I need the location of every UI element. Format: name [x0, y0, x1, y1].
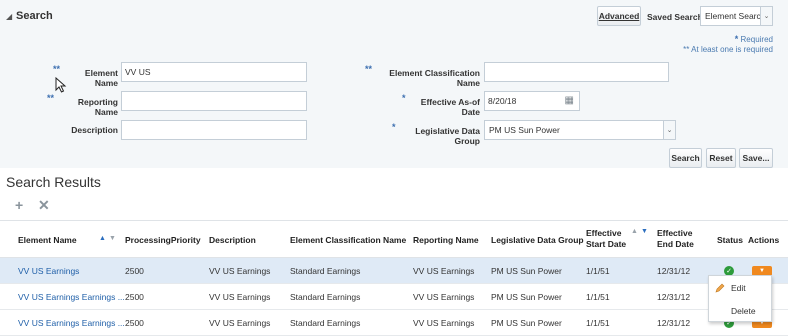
effective-date-value: 8/20/18 [488, 96, 517, 106]
col-actions: Actions [748, 235, 780, 245]
results-table-header: Element Name ▲ ▼ ProcessingPriority Desc… [0, 220, 788, 258]
element-name-input[interactable]: VV US [121, 62, 307, 82]
col-end-date-line1[interactable]: Effective [657, 228, 692, 239]
at-least-one-star-icon: ** [365, 64, 373, 74]
reporting-name-cell: VV US Earnings [413, 266, 475, 276]
priority-cell: 2500 [125, 318, 144, 328]
saved-search-value: Element Search [705, 11, 766, 21]
col-ldg[interactable]: Legislative Data Group [491, 235, 584, 246]
table-row[interactable]: VV US Earnings Earnings ... 2500 VV US E… [0, 310, 788, 336]
description-cell: VV US Earnings [209, 318, 271, 328]
priority-cell: 2500 [125, 292, 144, 302]
sort-descending-icon[interactable]: ▼ [641, 228, 648, 235]
table-row[interactable]: VV US Earnings Earnings ... 2500 VV US E… [0, 284, 788, 310]
add-icon[interactable]: + [15, 197, 23, 213]
saved-search-label: Saved Search [647, 12, 703, 22]
col-status[interactable]: Status [717, 235, 743, 246]
ldg-label: Legislative Data Group [415, 126, 480, 146]
classification-cell: Standard Earnings [290, 292, 361, 302]
start-date-cell: 1/1/51 [586, 318, 610, 328]
reset-button[interactable]: Reset [706, 148, 736, 168]
mouse-cursor-icon [55, 77, 67, 93]
element-name-link[interactable]: VV US Earnings Earnings ... [18, 292, 125, 302]
save-button[interactable]: Save... [739, 148, 773, 168]
edit-label: Edit [731, 283, 746, 293]
col-element-name[interactable]: Element Name [18, 235, 77, 246]
chevron-down-icon[interactable]: ⌄ [760, 7, 772, 25]
at-least-one-star-icon: ** [47, 93, 55, 103]
col-start-date-line2[interactable]: Start Date [586, 239, 626, 250]
saved-search-select[interactable]: Element Search ⌄ [700, 6, 773, 26]
col-reporting-name[interactable]: Reporting Name [413, 235, 479, 246]
col-classification[interactable]: Element Classification Name [290, 235, 406, 246]
effective-date-label: Effective As-of Date [420, 97, 480, 117]
start-date-cell: 1/1/51 [586, 266, 610, 276]
description-cell: VV US Earnings [209, 292, 271, 302]
search-results-title: Search Results [6, 174, 101, 190]
reporting-name-input[interactable] [121, 91, 307, 111]
delete-label: Delete [731, 306, 756, 316]
end-date-cell: 12/31/12 [657, 266, 691, 276]
col-end-date-line2[interactable]: End Date [657, 239, 694, 250]
search-title: Search [16, 10, 53, 22]
description-input[interactable] [121, 120, 307, 140]
ldg-cell: PM US Sun Power [491, 318, 562, 328]
ldg-value: PM US Sun Power [489, 125, 560, 135]
actions-popup-menu: Edit Delete [708, 275, 772, 322]
at-least-one-note: ** At least one is required [683, 45, 773, 54]
required-star-icon: * [392, 122, 396, 132]
classification-label: Element Classification Name [389, 68, 480, 88]
ldg-select[interactable]: PM US Sun Power ⌄ [484, 120, 676, 140]
menu-item-edit[interactable]: Edit [709, 278, 771, 298]
classification-cell: Standard Earnings [290, 266, 361, 276]
end-date-cell: 12/31/12 [657, 318, 691, 328]
calendar-icon[interactable]: ▦ [565, 95, 574, 106]
description-label: Description [71, 125, 118, 135]
classification-input[interactable] [484, 62, 669, 82]
element-name-label: Element Name [84, 68, 118, 88]
required-note: * Required [734, 34, 773, 44]
element-name-link[interactable]: VV US Earnings Earnings ... [18, 318, 125, 328]
search-button[interactable]: Search [669, 148, 702, 168]
table-row[interactable]: VV US Earnings 2500 VV US Earnings Stand… [0, 258, 788, 284]
end-date-cell: 12/31/12 [657, 292, 691, 302]
reporting-name-cell: VV US Earnings [413, 292, 475, 302]
menu-item-delete[interactable]: Delete [709, 301, 771, 321]
col-processing-priority[interactable]: ProcessingPriority [125, 235, 201, 246]
priority-cell: 2500 [125, 266, 144, 276]
advanced-button[interactable]: Advanced [597, 6, 641, 26]
col-description[interactable]: Description [209, 235, 256, 246]
description-cell: VV US Earnings [209, 266, 271, 276]
chevron-down-icon[interactable]: ⌄ [663, 121, 675, 139]
element-name-link[interactable]: VV US Earnings [18, 266, 79, 276]
sort-ascending-icon[interactable]: ▲ [99, 235, 106, 242]
col-start-date-line1[interactable]: Effective [586, 228, 621, 239]
required-star-icon: * [734, 34, 739, 44]
search-panel: ◢ Search Advanced Saved Search Element S… [0, 0, 788, 168]
ldg-cell: PM US Sun Power [491, 292, 562, 302]
remove-icon[interactable]: ✕ [38, 197, 50, 214]
ldg-cell: PM US Sun Power [491, 266, 562, 276]
reporting-name-label: Reporting Name [77, 97, 118, 117]
required-star-icon: * [402, 93, 406, 103]
effective-date-input[interactable]: 8/20/18 ▦ [484, 91, 580, 111]
classification-cell: Standard Earnings [290, 318, 361, 328]
sort-ascending-icon[interactable]: ▲ [631, 228, 638, 235]
pencil-icon [715, 283, 725, 293]
collapse-triangle-icon[interactable]: ◢ [6, 12, 12, 21]
sort-descending-icon[interactable]: ▼ [109, 235, 116, 242]
reporting-name-cell: VV US Earnings [413, 318, 475, 328]
start-date-cell: 1/1/51 [586, 292, 610, 302]
at-least-one-star-icon: ** [53, 64, 61, 74]
